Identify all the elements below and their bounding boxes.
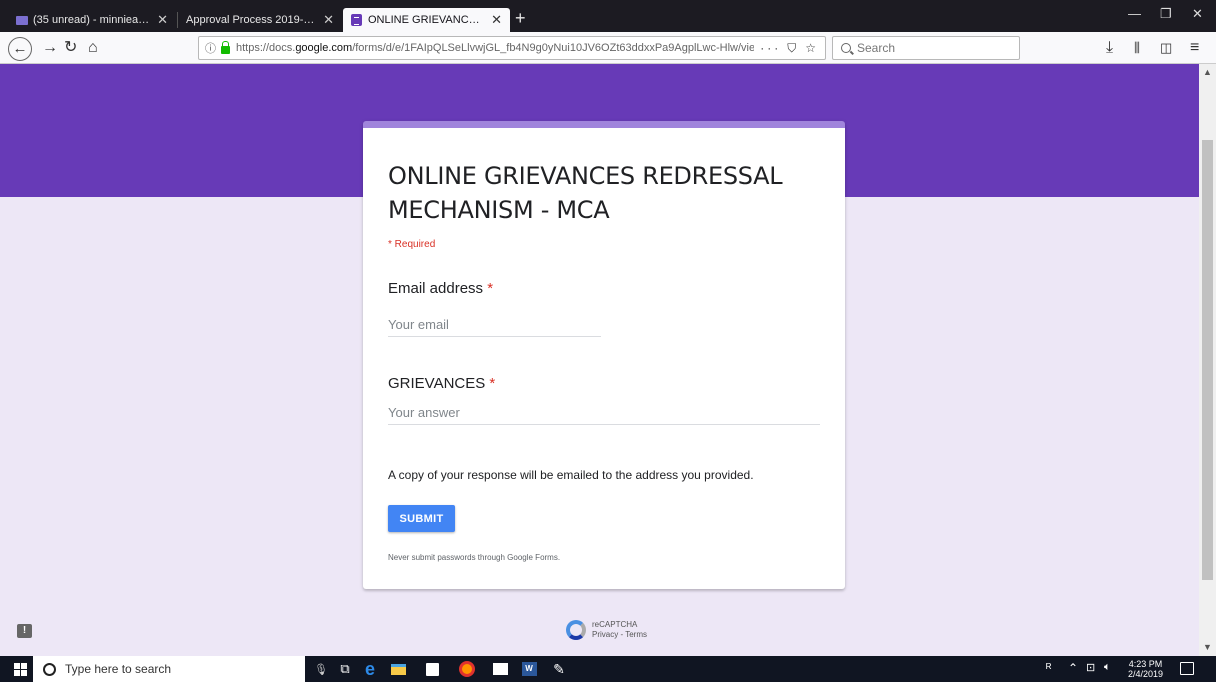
mail-icon xyxy=(16,15,28,25)
url-text[interactable]: https://docs.google.com/forms/d/e/1FAIpQ… xyxy=(236,42,754,54)
page-actions-icon[interactable]: ··· xyxy=(760,41,781,55)
library-icon[interactable]: ⫼ xyxy=(1134,38,1140,58)
privacy-link[interactable]: Privacy xyxy=(592,630,618,639)
page-scrollbar[interactable]: ▲ ▼ xyxy=(1199,64,1216,656)
restore-icon[interactable]: ❐ xyxy=(1160,6,1172,22)
tab-mail[interactable]: (35 unread) - minniearul@yaho ✕ xyxy=(8,8,176,32)
tab-label: Approval Process 2019-20 | Governm xyxy=(186,14,317,26)
recaptcha-icon xyxy=(566,620,586,640)
question-text: GRIEVANCES xyxy=(388,375,486,392)
task-view-icon[interactable]: ⧉ xyxy=(336,660,354,678)
pocket-icon[interactable]: ⛉ xyxy=(787,41,799,56)
required-star: * xyxy=(489,375,496,392)
chevron-up-icon[interactable]: ⌃ xyxy=(1068,661,1078,675)
google-forms-icon xyxy=(351,14,362,26)
recaptcha-badge[interactable]: reCAPTCHA Privacy - Terms xyxy=(566,620,647,640)
grievances-question-label: GRIEVANCES * xyxy=(388,375,495,392)
people-icon[interactable]: ᴿ xyxy=(1046,661,1051,675)
home-icon[interactable]: ⌂ xyxy=(88,38,98,58)
required-star: * xyxy=(487,280,494,297)
password-warning: Never submit passwords through Google Fo… xyxy=(388,553,561,562)
clock-time: 4:23 PM xyxy=(1128,659,1163,669)
reload-icon[interactable]: ↻ xyxy=(64,38,77,58)
sidebar-icon[interactable]: ◫ xyxy=(1160,38,1172,58)
navigation-bar: ← → ↻ ⌂ ⓘ https://docs.google.com/forms/… xyxy=(0,32,1216,64)
taskbar-clock[interactable]: 4:23 PM 2/4/2019 xyxy=(1128,659,1163,679)
report-feedback-icon[interactable]: ! xyxy=(17,624,32,638)
recaptcha-name: reCAPTCHA xyxy=(592,620,638,629)
close-icon[interactable]: ✕ xyxy=(323,12,334,28)
new-tab-button[interactable]: + xyxy=(515,8,526,28)
microphone-icon[interactable]: 🎙︎ xyxy=(312,660,330,678)
tab-online-grievances[interactable]: ONLINE GRIEVANCES REDRESSA ✕ xyxy=(343,8,510,32)
back-arrow-icon[interactable]: ← xyxy=(8,37,32,61)
firefox-icon[interactable] xyxy=(458,660,476,678)
email-question-label: Email address * xyxy=(388,280,493,297)
clock-date: 2/4/2019 xyxy=(1128,669,1164,679)
email-input[interactable] xyxy=(388,315,601,337)
browser-search-input[interactable] xyxy=(857,41,1007,55)
windows-taskbar: 🎙︎ ⧉ e W ✎ ᴿ ⌃ ⊡ 🔈︎ 4:23 PM 2/4/2019 xyxy=(0,656,1216,682)
response-copy-note: A copy of your response will be emailed … xyxy=(388,468,754,482)
url-bar[interactable]: ⓘ https://docs.google.com/forms/d/e/1FAI… xyxy=(198,36,826,60)
scroll-up-icon[interactable]: ▲ xyxy=(1199,64,1216,81)
internet-explorer-icon[interactable]: e xyxy=(361,659,379,679)
search-icon xyxy=(841,43,851,53)
word-icon[interactable]: W xyxy=(520,660,538,678)
scrollbar-thumb[interactable] xyxy=(1202,140,1213,580)
network-icon[interactable]: ⊡ xyxy=(1086,661,1095,674)
question-text: Email address xyxy=(388,280,484,297)
tab-approval-process[interactable]: Approval Process 2019-20 | Governm ✕ xyxy=(178,8,342,32)
lock-icon[interactable] xyxy=(221,41,230,54)
grievances-input[interactable] xyxy=(388,403,820,425)
downloads-icon[interactable]: ⤓ xyxy=(1106,38,1113,58)
forward-arrow-icon[interactable]: → xyxy=(42,38,58,58)
submit-button[interactable]: SUBMIT xyxy=(388,505,455,532)
windows-start-icon[interactable] xyxy=(14,663,27,676)
menu-icon[interactable]: ≡ xyxy=(1190,38,1199,58)
scroll-down-icon[interactable]: ▼ xyxy=(1199,639,1216,656)
cortana-icon xyxy=(43,662,56,676)
terms-link[interactable]: Terms xyxy=(625,630,647,639)
minimize-icon[interactable]: — xyxy=(1128,6,1141,21)
browser-search-bar[interactable] xyxy=(832,36,1020,60)
page-content: ONLINE GRIEVANCES REDRESSAL MECHANISM - … xyxy=(0,64,1216,656)
form-card: ONLINE GRIEVANCES REDRESSAL MECHANISM - … xyxy=(363,121,845,589)
form-title: ONLINE GRIEVANCES REDRESSAL MECHANISM - … xyxy=(388,162,783,224)
close-icon[interactable]: ✕ xyxy=(157,12,168,28)
photos-icon[interactable] xyxy=(491,660,509,678)
file-explorer-icon[interactable] xyxy=(389,660,407,678)
paint-icon[interactable]: ✎ xyxy=(550,660,568,678)
tab-label: (35 unread) - minniearul@yaho xyxy=(33,14,151,26)
taskbar-search[interactable] xyxy=(33,656,305,682)
notifications-icon[interactable] xyxy=(1180,662,1194,675)
info-icon[interactable]: ⓘ xyxy=(205,40,216,56)
required-note: * Required xyxy=(388,239,436,250)
close-window-icon[interactable]: ✕ xyxy=(1192,6,1203,22)
bookmark-star-icon[interactable]: ☆ xyxy=(805,41,819,55)
browser-tab-strip: (35 unread) - minniearul@yaho ✕ Approval… xyxy=(0,0,1216,32)
store-icon[interactable] xyxy=(423,660,441,678)
recaptcha-text: reCAPTCHA Privacy - Terms xyxy=(592,620,647,639)
tab-label: ONLINE GRIEVANCES REDRESSA xyxy=(368,14,485,26)
volume-icon[interactable]: 🔈︎ xyxy=(1104,661,1111,674)
close-icon[interactable]: ✕ xyxy=(491,12,502,28)
taskbar-search-input[interactable] xyxy=(65,662,265,676)
